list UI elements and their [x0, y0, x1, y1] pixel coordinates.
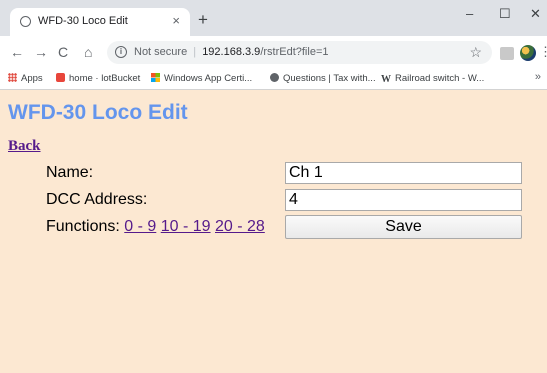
home-icon[interactable]: ⌂ [84, 45, 92, 59]
url-text: Not secure | 192.168.3.9/rstrEdt?file=1 [134, 46, 328, 58]
windows-icon [151, 73, 160, 82]
functions-link-10-19[interactable]: 10 - 19 [161, 218, 211, 235]
save-button[interactable]: Save [285, 215, 522, 239]
address-bar[interactable]: i Not secure | 192.168.3.9/rstrEdt?file=… [107, 41, 492, 64]
browser-tab[interactable]: WFD-30 Loco Edit × [10, 8, 190, 36]
wikipedia-icon: W [381, 74, 391, 85]
forward-arrow-icon[interactable]: → [34, 45, 48, 59]
url-host: 192.168.3.9 [202, 46, 261, 58]
globe-icon [20, 16, 31, 27]
profile-avatar-icon[interactable] [520, 45, 536, 61]
functions-link-20-28[interactable]: 20 - 28 [215, 218, 265, 235]
bookmarks-bar: Apps home · lotBucket Windows App Certi.… [0, 70, 547, 90]
maximize-icon[interactable]: ☐ [499, 6, 511, 22]
bookmark-questions-tax[interactable]: Questions | Tax with... [270, 73, 376, 84]
bookmark-label: Windows App Certi... [164, 73, 253, 84]
dcc-address-field[interactable] [285, 189, 522, 211]
dcc-address-label: DCC Address: [46, 191, 148, 208]
tax-icon [270, 73, 279, 82]
bookmark-label: Railroad switch - W... [395, 73, 485, 84]
url-separator: | [193, 46, 197, 58]
tab-title: WFD-30 Loco Edit [38, 15, 128, 27]
security-label: Not secure [134, 46, 188, 58]
functions-label: Functions: [46, 218, 120, 235]
tab-strip: WFD-30 Loco Edit × + – ☐ ✕ [0, 0, 547, 36]
bookmark-label: Apps [21, 73, 43, 84]
reload-icon[interactable]: C [58, 45, 68, 59]
functions-link-0-9[interactable]: 0 - 9 [124, 218, 156, 235]
bookmark-label: Questions | Tax with... [283, 73, 376, 84]
bookmark-windows-app[interactable]: Windows App Certi... [151, 73, 252, 84]
apps-grid-icon [8, 73, 17, 82]
lotbucket-icon [56, 73, 65, 82]
tab-close-icon[interactable]: × [172, 13, 180, 28]
menu-kebab-icon[interactable]: ⋮ [539, 44, 547, 60]
browser-toolbar: ← → C ⌂ i Not secure | 192.168.3.9/rstrE… [0, 36, 547, 70]
bookmark-label: home · lotBucket [69, 73, 141, 84]
name-label: Name: [46, 164, 94, 181]
back-arrow-icon[interactable]: ← [10, 45, 24, 59]
bookmark-lotbucket[interactable]: home · lotBucket [56, 73, 140, 84]
bookmark-railroad-switch[interactable]: W Railroad switch - W... [381, 73, 485, 85]
page-title: WFD-30 Loco Edit [8, 101, 188, 124]
name-field[interactable] [285, 162, 522, 184]
bookmarks-overflow-icon[interactable]: » [535, 71, 541, 83]
minimize-icon[interactable]: – [466, 6, 473, 21]
back-link[interactable]: Back [8, 138, 41, 155]
page-content: WFD-30 Loco Edit Back Name: DCC Address:… [0, 90, 547, 373]
functions-row: Functions: 0 - 9 10 - 19 20 - 28 [46, 218, 265, 236]
window-close-icon[interactable]: ✕ [530, 6, 541, 22]
bookmark-apps[interactable]: Apps [8, 73, 43, 84]
bookmark-star-icon[interactable]: ☆ [469, 44, 482, 61]
extension-icon[interactable] [500, 47, 514, 60]
info-icon[interactable]: i [115, 46, 127, 58]
new-tab-icon[interactable]: + [198, 11, 208, 28]
url-path: /rstrEdt?file=1 [260, 46, 329, 58]
